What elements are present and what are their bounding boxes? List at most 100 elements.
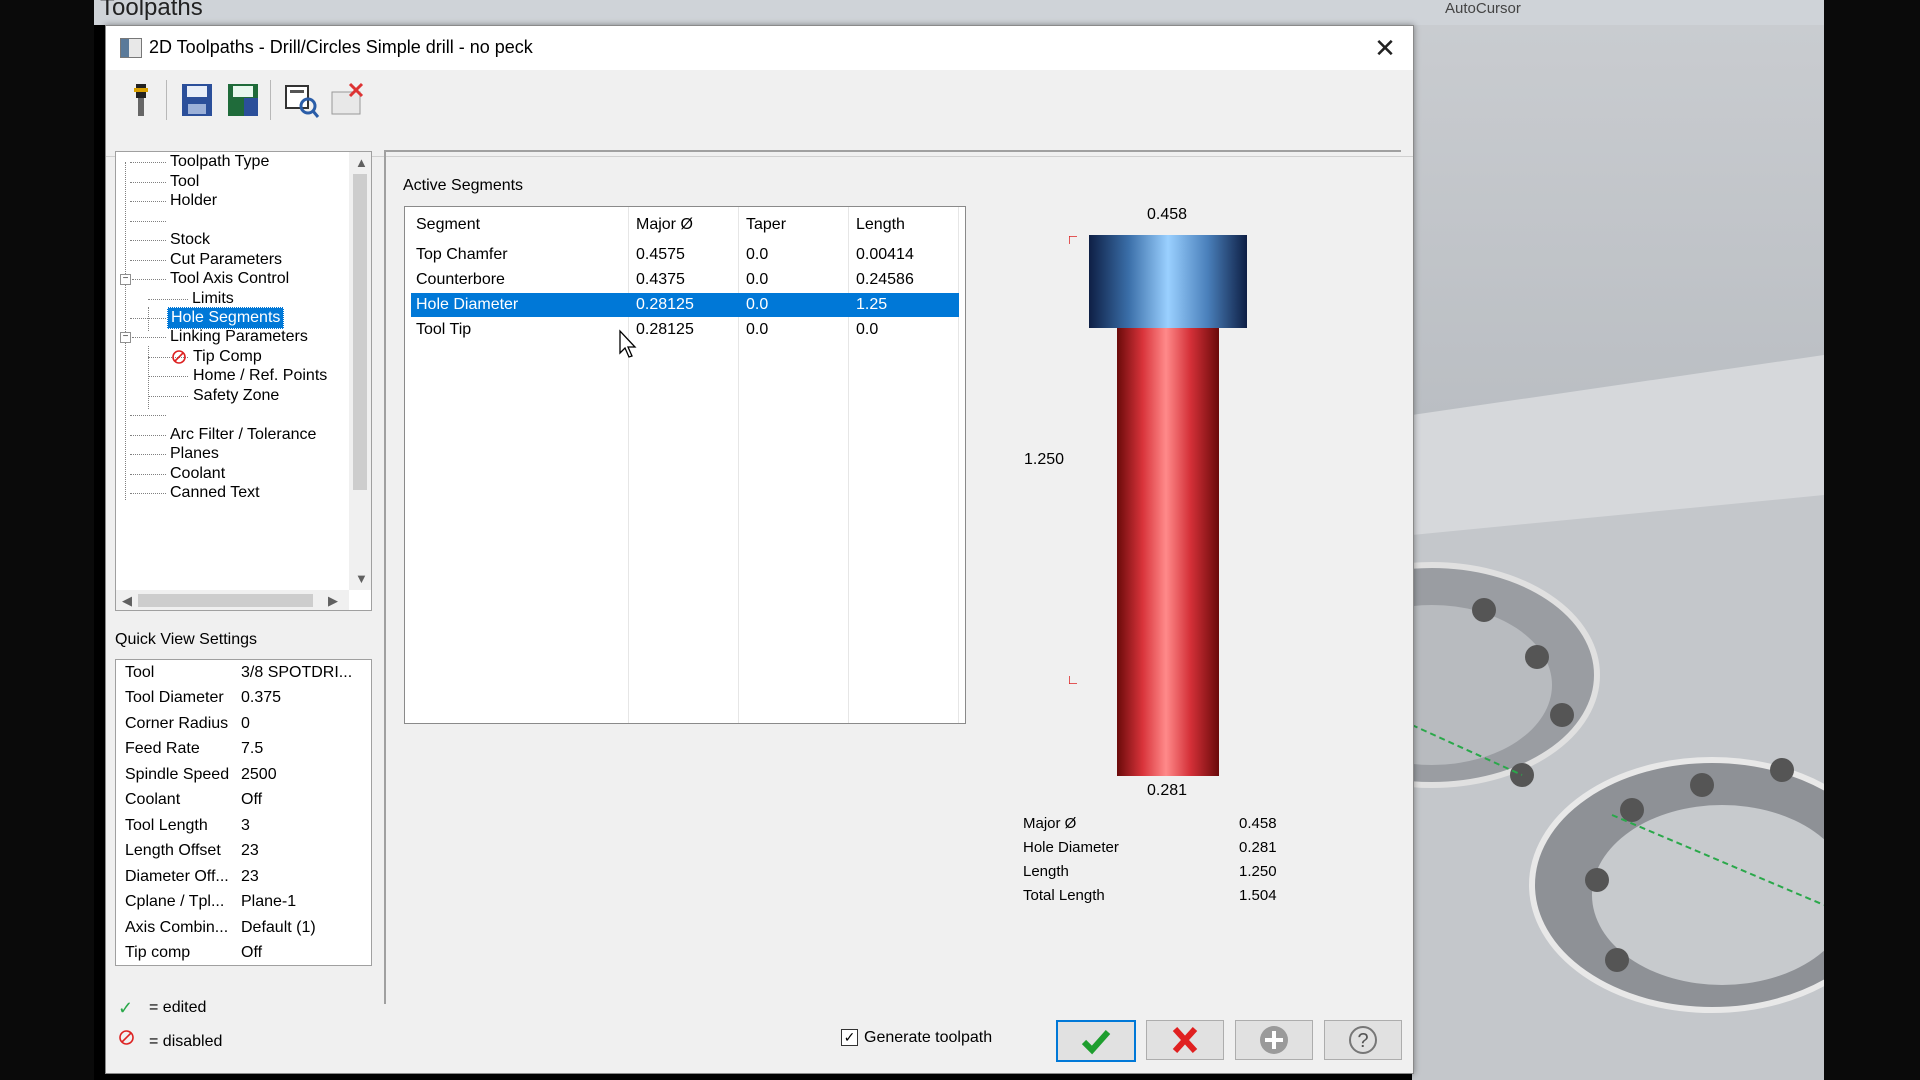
generate-toolpath-checkbox[interactable]: ✓: [841, 1029, 858, 1046]
stat-label: Total Length: [1023, 887, 1105, 904]
legend-edited: = edited: [149, 999, 207, 1016]
stat-value: 0.458: [1239, 815, 1277, 832]
quick-view-settings: Tool 3/8 SPOTDRI... Tool Diameter 0.375 …: [115, 659, 372, 966]
cell-major: 0.4575: [636, 246, 685, 263]
ok-button[interactable]: [1056, 1020, 1136, 1062]
generate-toolpath-label[interactable]: Generate toolpath: [864, 1029, 992, 1047]
toolbar-separator: [166, 80, 167, 120]
column-header-taper[interactable]: Taper: [746, 216, 786, 234]
qv-value: 3: [241, 817, 250, 834]
cell-length: 0.0: [856, 321, 879, 338]
tree-item-limits[interactable]: Limits: [192, 290, 234, 308]
stat-value: 0.281: [1239, 839, 1277, 856]
checkmark-icon: [1081, 1030, 1111, 1055]
qv-key: Coolant: [125, 791, 181, 808]
delete-icon[interactable]: [328, 80, 366, 120]
tree-item-canned-text[interactable]: Canned Text: [170, 484, 260, 502]
qv-value: Off: [241, 944, 263, 961]
tree-item-tip-comp[interactable]: Tip Comp: [193, 348, 262, 366]
table-row[interactable]: Counterbore 0.4375 0.0 0.24586: [411, 268, 959, 292]
stat-label: Length: [1023, 863, 1069, 880]
stat-label: Hole Diameter: [1023, 839, 1119, 856]
cell-segment: Tool Tip: [416, 321, 472, 338]
dialog-app-icon: [120, 38, 142, 58]
help-button[interactable]: ?: [1324, 1020, 1402, 1060]
qv-key: Tool Diameter: [125, 689, 224, 706]
segments-table[interactable]: Segment Major Ø Taper Length Top Chamfer…: [404, 206, 966, 724]
table-row-selected[interactable]: Hole Diameter 0.28125 0.0 1.25: [411, 293, 959, 317]
qv-key: Diameter Off...: [125, 868, 229, 885]
collapse-tool-axis-control[interactable]: −: [120, 274, 131, 285]
cell-length: 1.25: [856, 296, 888, 313]
svg-text:?: ?: [1357, 1030, 1368, 1052]
qv-value: Plane-1: [241, 893, 297, 910]
stat-label: Major Ø: [1023, 815, 1077, 832]
graphics-viewport[interactable]: [1412, 25, 1824, 1080]
qv-key: Tool Length: [125, 817, 208, 834]
close-icon[interactable]: ✕: [1368, 32, 1402, 64]
tree-item-safety-zone[interactable]: Safety Zone: [193, 387, 279, 405]
scroll-up-icon[interactable]: ▲: [355, 155, 368, 170]
scroll-right-icon[interactable]: ▶: [328, 593, 338, 609]
tree-item-cut-parameters[interactable]: Cut Parameters: [170, 251, 282, 269]
tree-item-coolant[interactable]: Coolant: [170, 465, 225, 483]
preview-top-dimension: 0.458: [1147, 206, 1188, 223]
tree-horizontal-scroll-thumb[interactable]: [138, 594, 313, 607]
column-header-length[interactable]: Length: [856, 216, 905, 234]
app-background-toolbar: [94, 0, 1824, 25]
tree-item-tool-axis-control[interactable]: Tool Axis Control: [170, 270, 289, 288]
qv-key: Axis Combin...: [125, 919, 229, 936]
cell-taper: 0.0: [746, 246, 769, 263]
qv-value: 7.5: [241, 740, 264, 757]
collapse-linking-parameters[interactable]: −: [120, 332, 131, 343]
tree-item-home-ref-points[interactable]: Home / Ref. Points: [193, 367, 327, 385]
preview-bottom-dimension: 0.281: [1147, 782, 1188, 799]
tree-item-linking-parameters[interactable]: Linking Parameters: [170, 328, 308, 346]
cell-major: 0.4375: [636, 271, 685, 288]
table-row[interactable]: Top Chamfer 0.4575 0.0 0.00414: [411, 243, 959, 267]
qv-key: Corner Radius: [125, 715, 229, 732]
tree-item-stock[interactable]: Stock: [170, 231, 210, 249]
toolpaths-panel-title: Toolpaths: [100, 0, 203, 21]
column-header-major[interactable]: Major Ø: [636, 216, 693, 234]
save-as-icon[interactable]: [224, 80, 262, 120]
dimension-corner-mark: [1069, 236, 1077, 244]
tool-icon[interactable]: [122, 80, 160, 120]
save-icon[interactable]: [178, 80, 216, 120]
stat-value: 1.504: [1239, 887, 1277, 904]
column-header-segment[interactable]: Segment: [416, 216, 480, 234]
apply-button[interactable]: [1235, 1020, 1313, 1060]
tree-item-tool[interactable]: Tool: [170, 173, 199, 191]
active-segments-label: Active Segments: [403, 177, 524, 194]
cell-taper: 0.0: [746, 321, 769, 338]
cell-length: 0.24586: [856, 271, 914, 288]
qv-value: 0.375: [241, 689, 282, 706]
scroll-down-icon[interactable]: ▼: [355, 571, 368, 586]
parameter-tree[interactable]: Toolpath Type Tool Holder Stock Cut Para…: [115, 151, 372, 611]
autocursor-label[interactable]: AutoCursor: [1445, 0, 1521, 17]
tree-item-hole-segments[interactable]: Hole Segments: [167, 307, 285, 329]
dialog-title: 2D Toolpaths - Drill/Circles Simple dril…: [149, 37, 533, 57]
table-row[interactable]: Tool Tip 0.28125 0.0 0.0: [411, 318, 959, 342]
desktop-background-right: [1824, 0, 1920, 1080]
dialog-titlebar[interactable]: 2D Toolpaths - Drill/Circles Simple dril…: [106, 26, 1413, 70]
view-icon[interactable]: [282, 80, 320, 120]
qv-key: Feed Rate: [125, 740, 200, 757]
cell-length: 0.00414: [856, 246, 914, 263]
cell-taper: 0.0: [746, 296, 769, 313]
qv-value: 3/8 SPOTDRI...: [241, 664, 353, 681]
tree-item-planes[interactable]: Planes: [170, 445, 219, 463]
checkmark-icon: ✓: [118, 998, 134, 1018]
tree-item-toolpath-type[interactable]: Toolpath Type: [170, 153, 269, 171]
part-model-graphic: [1412, 355, 1824, 1080]
qv-key: Spindle Speed: [125, 766, 230, 783]
tree-item-arc-filter[interactable]: Arc Filter / Tolerance: [170, 426, 316, 444]
cancel-button[interactable]: [1146, 1020, 1224, 1060]
tree-item-holder[interactable]: Holder: [170, 192, 217, 210]
cell-taper: 0.0: [746, 271, 769, 288]
scroll-left-icon[interactable]: ◀: [122, 593, 132, 609]
help-icon: ?: [1349, 1026, 1377, 1054]
qv-key: Tip comp: [125, 944, 191, 961]
cell-segment: Top Chamfer: [416, 246, 508, 263]
tree-vertical-scroll-thumb[interactable]: [353, 174, 367, 490]
